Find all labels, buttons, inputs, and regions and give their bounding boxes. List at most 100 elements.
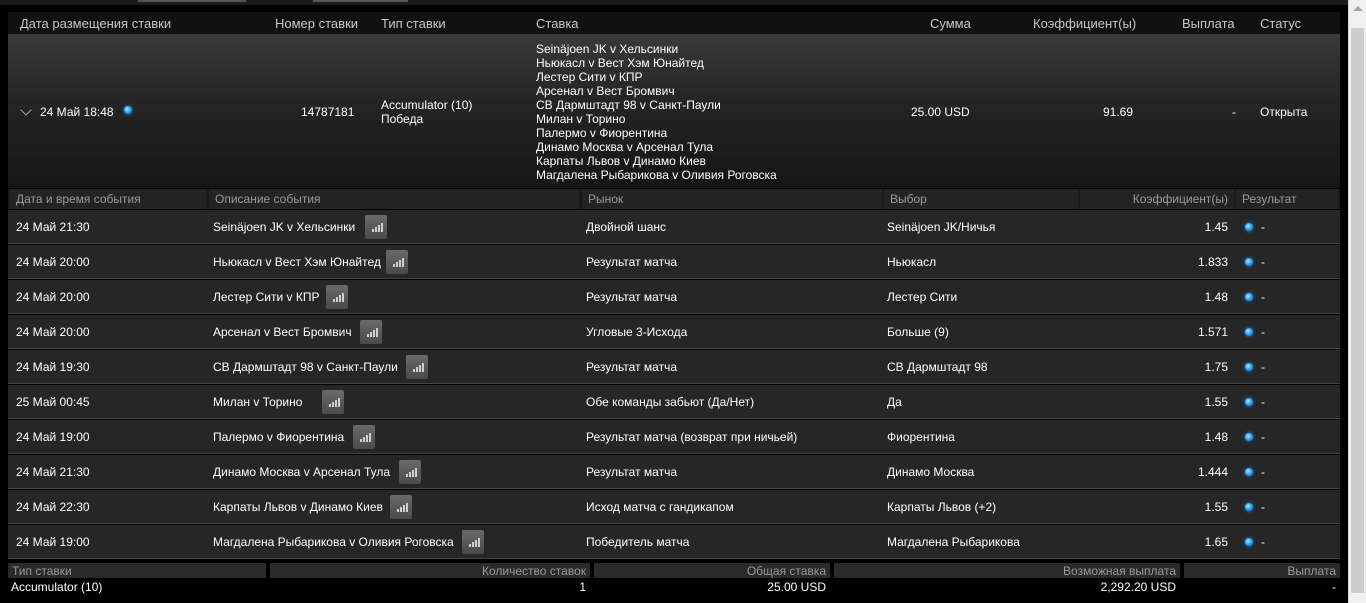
event-datetime: 24 Май 20:00 [16, 325, 90, 339]
bet-payout: - [1232, 105, 1236, 119]
event-odds: 1.833 [1197, 255, 1228, 269]
event-description: Ньюкасл v Вест Хэм Юнайтед [213, 255, 381, 269]
bet-number: 14787181 [301, 105, 355, 119]
event-selection: Фиорентина [887, 430, 955, 444]
event-market: Результат матча [586, 360, 677, 374]
bar-chart-icon[interactable] [326, 285, 348, 309]
header-date: Дата размещения ставки [20, 16, 172, 31]
footer-header-type: Тип ставки [8, 563, 266, 578]
event-row: 25 Май 00:45 Милан v Торино Обе команды за… [8, 385, 1340, 419]
header-odds: Коэффициент(ы) [1033, 16, 1137, 31]
bar-chart-icon[interactable] [353, 425, 375, 449]
bet-match-list: Seinäjoen JK v Хельсинки Ньюкасл v Вест … [536, 42, 777, 182]
bar-chart-icon[interactable] [365, 215, 387, 239]
event-description: Динамо Москва v Арсенал Тула [213, 465, 391, 479]
event-market: Исход матча с гандикапом [586, 500, 734, 514]
bet-type-outcome: Победа [381, 112, 424, 126]
event-market: Результат матча (возврат при ничьей) [586, 430, 798, 444]
bar-chart-icon[interactable] [462, 530, 484, 554]
event-market: Угловые 3-Исхода [586, 325, 688, 339]
header-number: Номер ставки [275, 16, 359, 31]
tab-stub [313, 0, 408, 2]
event-market: Результат матча [586, 255, 677, 269]
event-odds: 1.75 [1204, 360, 1228, 374]
header-bet: Ставка [536, 16, 579, 31]
bet-match: Лестер Сити v КПР [536, 70, 643, 84]
event-market: Обе команды забьют (Да/Нет) [586, 395, 755, 409]
event-odds: 1.444 [1197, 465, 1228, 479]
scrollbar-thumb[interactable] [1351, 28, 1364, 593]
event-odds: 1.55 [1204, 500, 1228, 514]
event-result: - [1261, 220, 1265, 234]
event-market: Двойной шанс [586, 220, 667, 234]
status-dot-icon [1245, 398, 1253, 406]
event-datetime: 24 Май 19:00 [16, 430, 90, 444]
summary-footer: Тип ставки Количество ставок Общая ставк… [8, 561, 1340, 597]
bar-chart-icon[interactable] [386, 250, 408, 274]
event-datetime: 25 Май 00:45 [16, 395, 90, 409]
event-description: Палермо v Фиорентина [213, 430, 345, 444]
header-payout: Выплата [1182, 16, 1235, 31]
status-dot-icon [1245, 258, 1253, 266]
event-description: Лестер Сити v КПР [213, 290, 320, 304]
event-selection: Seinäjoen JK/Ничья [887, 220, 996, 234]
tab-stub [138, 0, 246, 2]
footer-possible: 2,292.20 USD [1100, 580, 1176, 594]
event-datetime: 24 Май 19:30 [16, 360, 90, 374]
status-dot-icon [1245, 363, 1253, 371]
footer-header-total: Общая ставка [594, 563, 830, 578]
bar-chart-icon[interactable] [322, 390, 344, 414]
bet-match: Seinäjoen JK v Хельсинки [536, 42, 679, 56]
footer-header-payout: Выплата [1184, 563, 1340, 578]
event-result: - [1261, 360, 1265, 374]
status-dot-icon [1245, 468, 1253, 476]
bet-odds: 91.69 [1103, 105, 1134, 119]
event-odds: 1.65 [1204, 535, 1228, 549]
scroll-up-icon[interactable] [1353, 6, 1363, 11]
event-selection: Карпаты Львов (+2) [887, 500, 997, 514]
event-row: 24 Май 19:30 СВ Дармштадт 98 v Санкт-Паул… [8, 350, 1340, 384]
event-description: Милан v Торино [213, 395, 303, 409]
footer-count: 1 [579, 580, 586, 594]
status-dot-icon [124, 106, 132, 114]
event-description: Магдалена Рыбарикова v Оливия Роговска [213, 535, 454, 549]
status-dot-icon [1245, 293, 1253, 301]
bet-status: Открыта [1260, 105, 1308, 119]
status-dot-icon [1245, 433, 1253, 441]
bar-chart-icon[interactable] [360, 320, 382, 344]
event-description: Seinäjoen JK v Хельсинки [213, 220, 356, 234]
event-row: 24 Май 21:30 Seinäjoen JK v Хельсинки Двой… [8, 210, 1340, 244]
bet-match: Арсенал v Вест Бромвич [536, 84, 675, 98]
bar-chart-icon[interactable] [399, 460, 421, 484]
event-row: 24 Май 19:00 Магдалена Рыбарикова v Оливи… [8, 525, 1340, 559]
chevron-down-icon[interactable] [20, 104, 32, 116]
bets-table-header: Дата размещения ставки Номер ставки Тип … [8, 12, 1340, 34]
bar-chart-icon[interactable] [406, 355, 428, 379]
vertical-scrollbar[interactable] [1348, 0, 1366, 603]
event-result: - [1261, 535, 1265, 549]
bet-match: Палермо v Фиорентина [536, 126, 668, 140]
bar-chart-icon[interactable] [390, 495, 412, 519]
event-odds: 1.45 [1204, 220, 1228, 234]
footer-header-count: Количество ставок [270, 563, 590, 578]
event-odds: 1.48 [1204, 430, 1228, 444]
bet-type: Accumulator (10) [381, 98, 473, 112]
header-type: Тип ставки [381, 16, 446, 31]
header-event-datetime: Дата и время события [10, 189, 206, 209]
status-dot-icon [1245, 538, 1253, 546]
status-dot-icon [1245, 503, 1253, 511]
event-result: - [1261, 325, 1265, 339]
header-event-odds: Коэффициент(ы) [1080, 189, 1234, 209]
header-event-description: Описание события [209, 189, 579, 209]
status-dot-icon [1245, 328, 1253, 336]
header-market: Рынок [582, 189, 882, 209]
event-row: 24 Май 19:00 Палермо v Фиорентина Результа… [8, 420, 1340, 454]
bet-row[interactable]: 24 Май 18:48 14787181 Accumulator (10) П… [8, 34, 1340, 188]
event-result: - [1261, 290, 1265, 304]
event-odds: 1.48 [1204, 290, 1228, 304]
event-selection: СВ Дармштадт 98 [887, 360, 988, 374]
bet-match: Карпаты Львов v Динамо Киев [536, 154, 706, 168]
event-selection: Динамо Москва [887, 465, 975, 479]
event-market: Результат матча [586, 465, 677, 479]
event-datetime: 24 Май 19:00 [16, 535, 90, 549]
